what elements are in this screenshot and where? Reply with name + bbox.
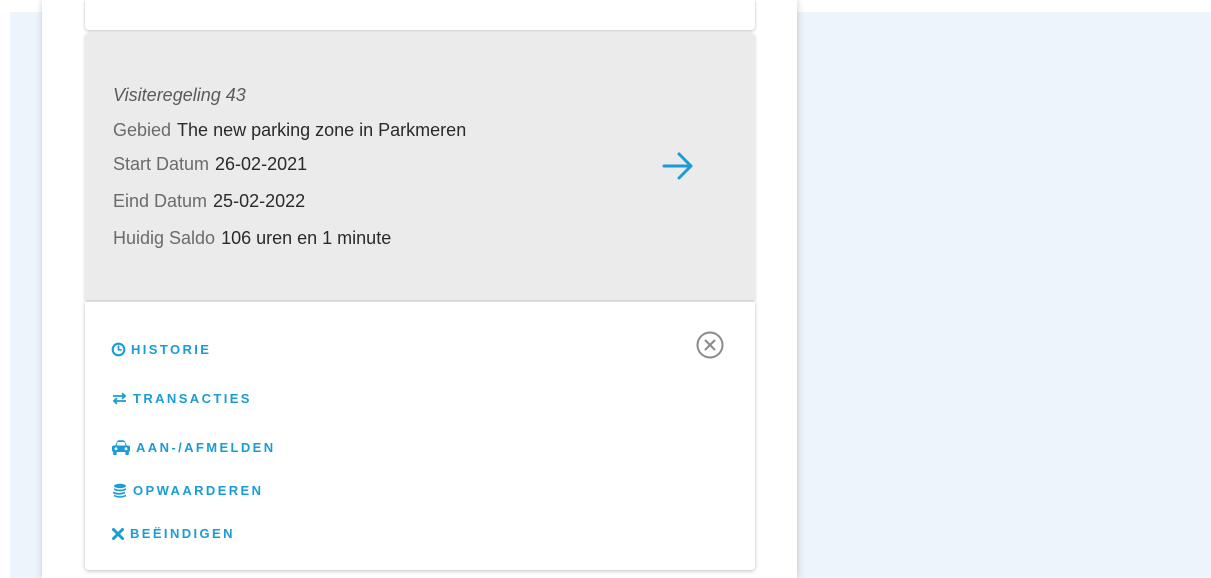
info-row-eind-datum: Eind Datum 25-02-2022 — [113, 191, 305, 212]
info-label: Eind Datum — [113, 191, 208, 211]
exchange-icon — [111, 392, 128, 405]
clock-icon — [111, 342, 126, 357]
transacties-button[interactable]: TRANSACTIES — [111, 391, 252, 406]
historie-button[interactable]: HISTORIE — [111, 342, 211, 357]
opwaarderen-label: OPWAARDEREN — [133, 483, 264, 498]
times-icon — [111, 527, 125, 541]
info-row-start-datum: Start Datum 26-02-2021 — [113, 154, 307, 175]
previous-card — [85, 0, 755, 30]
car-icon — [111, 439, 131, 456]
beeindigen-button[interactable]: BEËINDIGEN — [111, 526, 235, 541]
info-value: 26-02-2021 — [215, 154, 308, 174]
aan-afmelden-button[interactable]: AAN-/AFMELDEN — [111, 439, 276, 456]
info-label: Gebied — [113, 120, 172, 140]
coins-icon — [111, 483, 128, 498]
info-value: The new parking zone in Parkmeren — [177, 120, 467, 140]
opwaarderen-button[interactable]: OPWAARDEREN — [111, 483, 263, 498]
actions-card: HISTORIE TRANSACTIES AAN-/AFMELDEN OPWAA… — [85, 302, 755, 570]
close-circle-icon[interactable] — [695, 330, 725, 360]
info-label: Start Datum — [113, 154, 210, 174]
info-value: 25-02-2022 — [213, 191, 306, 211]
info-row-gebied: Gebied The new parking zone in Parkmeren — [113, 120, 466, 141]
arrow-right-icon[interactable] — [661, 151, 695, 181]
permit-title: Visiteregeling 43 — [113, 85, 246, 105]
aan-afmelden-label: AAN-/AFMELDEN — [136, 440, 276, 455]
transacties-label: TRANSACTIES — [133, 391, 252, 406]
beeindigen-label: BEËINDIGEN — [130, 526, 235, 541]
info-label: Huidig Saldo — [113, 228, 216, 248]
historie-label: HISTORIE — [131, 342, 212, 357]
info-value: 106 uren en 1 minute — [221, 228, 392, 248]
info-row-huidig-saldo: Huidig Saldo 106 uren en 1 minute — [113, 228, 391, 249]
background-left — [10, 12, 42, 578]
permit-card: Visiteregeling 43 Gebied The new parking … — [85, 33, 755, 300]
background-right — [797, 12, 1211, 578]
